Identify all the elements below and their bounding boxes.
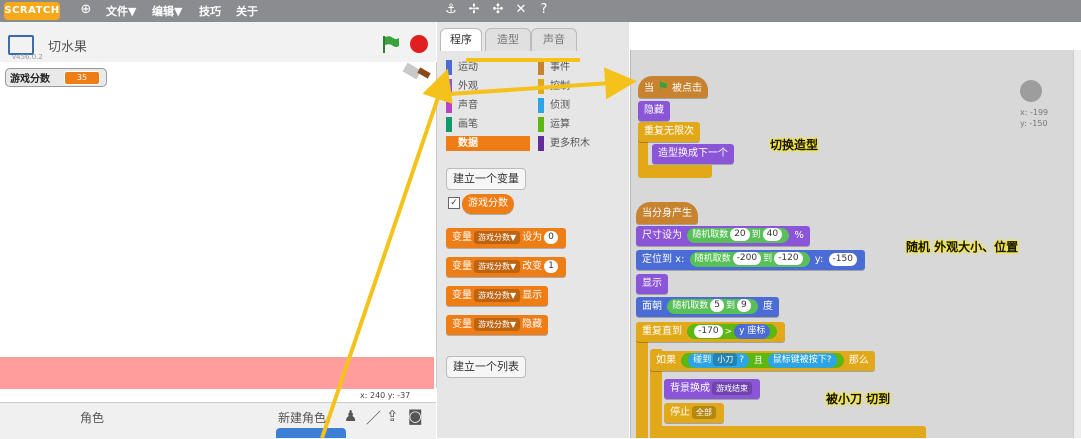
tutorial-arrows: [320, 58, 637, 438]
arrow-to-categories: [320, 68, 453, 438]
arrow-to-scripts: [434, 67, 637, 100]
